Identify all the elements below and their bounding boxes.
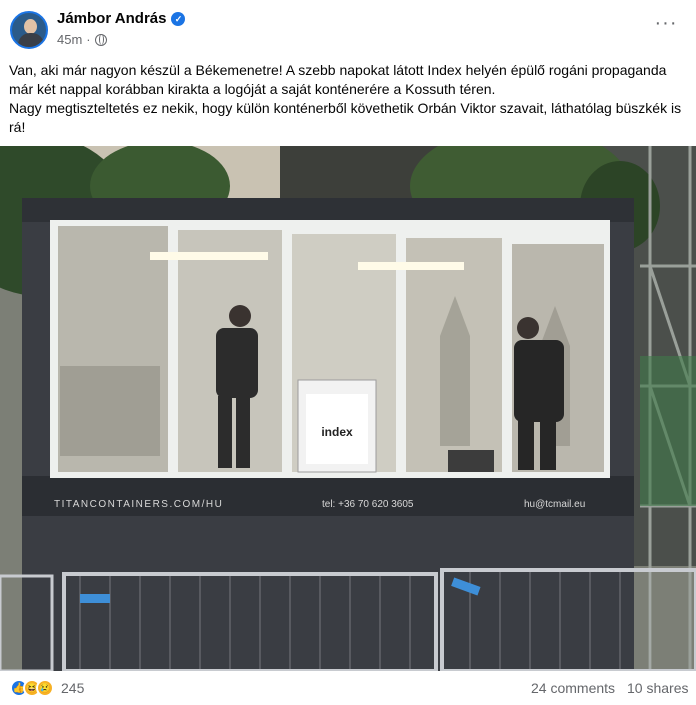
index-logo-text: index: [321, 425, 353, 439]
verified-badge-icon: ✓: [171, 11, 186, 26]
sad-reaction-icon: 😢: [36, 679, 54, 697]
reactions-summary[interactable]: 👍 😆 😢 245: [10, 679, 84, 697]
container-email-text: hu@tcmail.eu: [524, 499, 585, 510]
avatar-face: [24, 19, 37, 34]
post-text-paragraph-1: Van, aki már nagyon készül a Békemenetre…: [9, 62, 667, 97]
globe-icon: [94, 33, 107, 46]
equipment-box: [448, 450, 494, 472]
container-website-text: TITANCONTAINERS.COM/HU: [54, 499, 223, 510]
green-screen: [640, 356, 696, 506]
photo-illustration: index TITANCONTAINERS.COM/HU tel: +36 70…: [0, 146, 696, 671]
avatar-body: [18, 33, 44, 47]
ceiling-light-1: [150, 252, 268, 260]
meta-separator: ·: [86, 32, 91, 47]
fence-tag-1: [80, 594, 110, 603]
comments-count[interactable]: 24 comments: [531, 680, 615, 696]
author-row: Jámbor András ✓: [57, 10, 186, 27]
shares-count[interactable]: 10 shares: [627, 680, 688, 696]
ceiling-light-2: [358, 262, 464, 270]
more-options-icon[interactable]: ···: [652, 13, 680, 38]
post-text-paragraph-2: Nagy megtiszteltetés ez nekik, hogy külö…: [9, 100, 682, 135]
container-top-rail: [22, 198, 634, 222]
post-photo[interactable]: index TITANCONTAINERS.COM/HU tel: +36 70…: [0, 146, 696, 671]
post-meta: 45m ·: [57, 32, 107, 47]
author-avatar[interactable]: [10, 11, 48, 49]
author-name[interactable]: Jámbor András: [57, 10, 166, 27]
post-timestamp[interactable]: 45m: [57, 32, 82, 47]
container-middle-rail: [22, 476, 634, 516]
container-phone-text: tel: +36 70 620 3605: [322, 499, 414, 510]
post-footer: 👍 😆 😢 245 24 comments 10 shares: [0, 671, 696, 705]
reaction-count[interactable]: 245: [61, 680, 84, 696]
post-text: Van, aki már nagyon készül a Békemenetre…: [9, 61, 689, 137]
post-header: Jámbor András ✓ 45m · ···: [0, 0, 696, 56]
